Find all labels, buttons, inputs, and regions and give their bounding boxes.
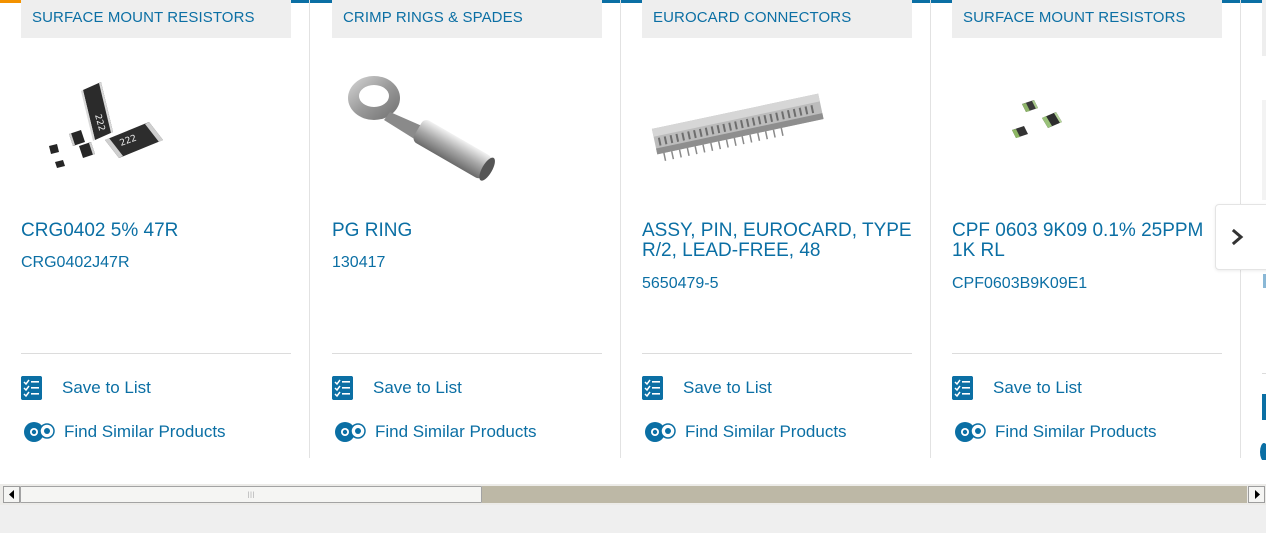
product-card: SURFACE MOUNT RESISTORS 222 222 CRG0402 … xyxy=(0,0,310,458)
product-image[interactable] xyxy=(642,60,842,190)
save-to-list-button[interactable]: Save to List xyxy=(642,376,772,400)
product-part-number[interactable]: 5650479-5 xyxy=(642,275,912,293)
save-to-list-label: Save to List xyxy=(683,378,772,397)
checklist-icon xyxy=(642,376,663,400)
product-category[interactable]: CRIMP RINGS & SPADES xyxy=(332,0,602,38)
scrollbar-thumb[interactable]: III xyxy=(20,486,482,503)
find-similar-button[interactable]: Find Similar Products xyxy=(642,420,847,444)
product-category[interactable]: EUROCARD CONNECTORS xyxy=(642,0,912,38)
horizontal-scrollbar[interactable]: III xyxy=(0,484,1266,505)
gears-icon xyxy=(335,422,366,442)
arrow-left-icon xyxy=(8,490,14,499)
find-similar-label: Find Similar Products xyxy=(375,422,537,441)
scrollbar-grip: III xyxy=(247,489,255,500)
product-title[interactable]: ASSY, PIN, EUROCARD, TYPE R/2, LEAD-FREE… xyxy=(642,221,912,261)
chevron-right-icon xyxy=(1231,228,1244,246)
gears-icon xyxy=(24,422,55,442)
card-divider xyxy=(952,353,1222,354)
product-part-number[interactable]: CRG0402J47R xyxy=(21,254,291,272)
save-to-list-button[interactable]: Save to List xyxy=(952,376,1082,400)
product-category[interactable]: SURFACE MOUNT RESISTORS xyxy=(952,0,1222,38)
find-similar-button[interactable]: Find Similar Products xyxy=(21,420,226,444)
product-carousel: SURFACE MOUNT RESISTORS 222 222 CRG0402 … xyxy=(0,0,1266,460)
next-card-find-icon-peek xyxy=(1260,443,1266,460)
save-to-list-label: Save to List xyxy=(62,378,151,397)
checklist-icon xyxy=(952,376,973,400)
save-to-list-label: Save to List xyxy=(373,378,462,397)
save-to-list-label: Save to List xyxy=(993,378,1082,397)
find-similar-button[interactable]: Find Similar Products xyxy=(952,420,1157,444)
page-background xyxy=(0,505,1266,533)
gears-icon xyxy=(955,422,986,442)
product-card: EUROCARD CONNECTORS ASSY, PIN, EUROCARD,… xyxy=(621,0,931,458)
product-image[interactable] xyxy=(332,60,532,190)
arrow-right-icon xyxy=(1254,490,1260,499)
product-card: SURFACE MOUNT RESISTORS CPF 0603 9K09 0.… xyxy=(931,0,1241,458)
card-divider xyxy=(642,353,912,354)
save-to-list-button[interactable]: Save to List xyxy=(332,376,462,400)
gears-icon xyxy=(645,422,676,442)
product-title[interactable]: CPF 0603 9K09 0.1% 25PPM 1K RL xyxy=(952,221,1222,261)
find-similar-button[interactable]: Find Similar Products xyxy=(332,420,537,444)
product-title[interactable]: CRG0402 5% 47R xyxy=(21,221,291,241)
checklist-icon xyxy=(21,376,42,400)
carousel-next-button[interactable] xyxy=(1215,204,1266,270)
product-part-number[interactable]: CPF0603B9K09E1 xyxy=(952,275,1222,293)
card-divider xyxy=(21,353,291,354)
product-part-number[interactable]: 130417 xyxy=(332,254,602,272)
save-to-list-button[interactable]: Save to List xyxy=(21,376,151,400)
product-category[interactable]: SURFACE MOUNT RESISTORS xyxy=(21,0,291,38)
next-card-divider-peek xyxy=(1262,373,1266,374)
checklist-icon xyxy=(332,376,353,400)
next-card-save-icon-peek xyxy=(1262,394,1266,420)
product-image[interactable] xyxy=(952,60,1152,190)
product-image[interactable]: 222 222 xyxy=(21,60,221,190)
card-divider xyxy=(332,353,602,354)
find-similar-label: Find Similar Products xyxy=(995,422,1157,441)
next-card-category-peek xyxy=(1262,0,1266,56)
product-title[interactable]: PG RING xyxy=(332,221,602,241)
find-similar-label: Find Similar Products xyxy=(64,422,226,441)
find-similar-label: Find Similar Products xyxy=(685,422,847,441)
product-card: CRIMP RINGS & SPADES PG RING 130417 Save… xyxy=(311,0,621,458)
scroll-right-button[interactable] xyxy=(1248,486,1265,503)
scrollbar-track[interactable] xyxy=(482,486,1247,503)
next-card-image-peek xyxy=(1262,100,1266,200)
scroll-left-button[interactable] xyxy=(3,486,20,503)
